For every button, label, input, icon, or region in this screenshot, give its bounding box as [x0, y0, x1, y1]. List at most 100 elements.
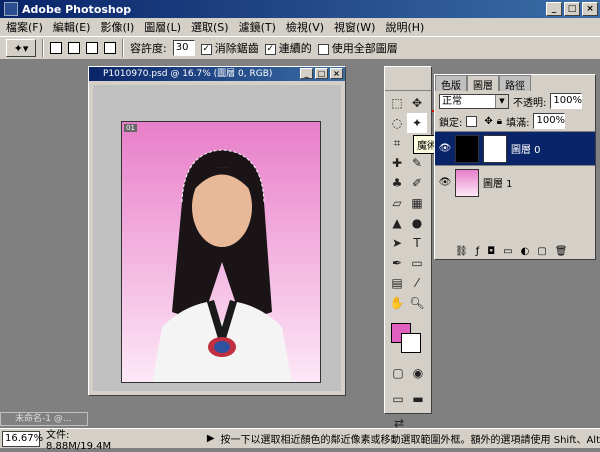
gradient-icon[interactable]: ▦ [407, 193, 427, 213]
status-hint: 按一下以選取相近顏色的鄰近像素或移動選取範圍外框。額外的選項請使用 Shift、… [220, 435, 600, 446]
healing-icon[interactable]: ✚ [387, 153, 407, 173]
status-bar: 16.67% 文件: 8.88M/19.4M ▶ 按一下以選取相近顏色的鄰近像素… [0, 428, 600, 452]
notes-icon[interactable]: ▤ [387, 273, 407, 293]
antialias-label: 消除鋸齒 [214, 42, 259, 55]
magic-wand-tool-icon[interactable]: ✦ [407, 113, 427, 133]
eye-icon[interactable]: 👁︎ [435, 177, 455, 188]
stamp-icon[interactable]: ♣ [387, 173, 407, 193]
magic-wand-icon: ✦▾ [13, 41, 29, 55]
app-title: Adobe Photoshop [22, 2, 132, 16]
tab-channels[interactable]: 色版 [435, 75, 467, 92]
maximize-button[interactable]: □ [564, 2, 580, 16]
eraser-icon[interactable]: ▱ [387, 193, 407, 213]
tool-preset-picker[interactable]: ✦▾ [6, 39, 36, 57]
history-brush-icon[interactable]: ✐ [407, 173, 427, 193]
contiguous-checkbox[interactable]: ✓ [264, 43, 276, 55]
toolbox: ⬚ ✥ ◌ ✦ ⌗ ⟋ ✚ ✎ ♣ ✐ ▱ ▦ ▲ ● ➤ T ✒ ▭ ▤ ⁄ … [384, 66, 432, 430]
menu-select[interactable]: 選取(S) [191, 19, 229, 35]
antialias-checkbox[interactable]: ✓ [200, 43, 212, 55]
link-icon[interactable]: ⛓ [455, 246, 468, 257]
move-icon[interactable]: ✥ [407, 93, 427, 113]
toolbox-header [385, 67, 431, 91]
photo-canvas[interactable]: 01 [121, 121, 321, 383]
document-title-bar[interactable]: P1010970.psd @ 16.7% (圖層 0, RGB) _ □ × [89, 67, 345, 81]
adjustment-icon[interactable]: ◐ [521, 246, 530, 257]
photoshop-icon [4, 2, 18, 16]
new-set-icon[interactable]: ▭ [503, 246, 512, 257]
screen-mode-icon[interactable]: ▭ [389, 389, 407, 409]
minimized-document[interactable]: 未命名-1 @... [0, 412, 88, 426]
tolerance-input[interactable]: 30 [172, 40, 195, 56]
fill-label: 填滿: [506, 117, 530, 129]
tab-layers[interactable]: 圖層 [467, 75, 499, 92]
layer-row[interactable]: 👁︎ 圖層 0 [435, 131, 595, 165]
menu-edit[interactable]: 編輯(E) [53, 19, 91, 35]
shape-icon[interactable]: ▭ [407, 253, 427, 273]
background-color-swatch[interactable] [401, 333, 421, 353]
hand-icon[interactable]: ✋ [387, 293, 407, 313]
new-layer-icon[interactable]: ▢ [537, 246, 546, 257]
canvas-area[interactable]: 01 [93, 85, 341, 391]
zoom-icon[interactable]: 🔍︎ [407, 293, 427, 313]
eye-icon[interactable]: 👁︎ [435, 143, 455, 154]
tolerance-label: 容許度: [130, 42, 167, 55]
mask-icon[interactable]: ◘ [487, 246, 495, 257]
blend-mode-select[interactable]: 正常 [439, 93, 509, 109]
pen-icon[interactable]: ✒ [387, 253, 407, 273]
menu-file[interactable]: 檔案(F) [6, 19, 43, 35]
layer-name: 圖層 0 [511, 145, 541, 156]
intersect-selection-icon[interactable] [104, 42, 116, 54]
lasso-icon[interactable]: ◌ [387, 113, 407, 133]
zoom-input[interactable]: 16.67% [2, 430, 43, 447]
close-button[interactable]: × [582, 2, 598, 16]
lock-all-icon[interactable]: 🔒︎ [497, 116, 502, 127]
menu-bar: 檔案(F) 編輯(E) 影像(I) 圖層(L) 選取(S) 濾鏡(T) 檢視(V… [0, 18, 600, 36]
menu-view[interactable]: 檢視(V) [286, 19, 324, 35]
path-select-icon[interactable]: ➤ [387, 233, 407, 253]
standard-mode-icon[interactable]: ▢ [389, 363, 407, 383]
fullscreen-icon[interactable]: ▬ [409, 389, 427, 409]
doc-close-button[interactable]: × [330, 68, 343, 79]
brush-icon[interactable]: ✎ [407, 153, 427, 173]
type-icon[interactable]: T [407, 233, 427, 253]
dodge-icon[interactable]: ● [407, 213, 427, 233]
layers-panel: 色版 圖層 路徑 正常 不透明: 100% 鎖定: ✥ 🔒︎ 填滿: 100% … [434, 74, 596, 260]
layer-name: 圖層 1 [483, 179, 513, 190]
trash-icon[interactable]: 🗑︎ [555, 246, 568, 257]
fill-input[interactable]: 100% [533, 113, 566, 129]
all-layers-label: 使用全部圖層 [331, 42, 398, 55]
menu-image[interactable]: 影像(I) [100, 19, 134, 35]
menu-filter[interactable]: 濾鏡(T) [239, 19, 276, 35]
contiguous-label: 連續的 [278, 42, 312, 55]
lock-label: 鎖定: [439, 117, 463, 129]
minimize-button[interactable]: _ [546, 2, 562, 16]
menu-layer[interactable]: 圖層(L) [144, 19, 181, 35]
opacity-label: 不透明: [513, 97, 547, 109]
layer-row[interactable]: 👁︎ 圖層 1 [435, 165, 595, 199]
tab-paths[interactable]: 路徑 [499, 75, 531, 92]
crop-icon[interactable]: ⌗ [387, 133, 407, 153]
menu-help[interactable]: 說明(H) [385, 19, 424, 35]
lock-position-icon[interactable]: ✥ [484, 116, 492, 127]
add-selection-icon[interactable] [68, 42, 80, 54]
layer-thumbnail [455, 168, 479, 197]
doc-maximize-button[interactable]: □ [315, 68, 328, 79]
eyedropper-icon[interactable]: ⁄ [407, 273, 427, 293]
document-window: P1010970.psd @ 16.7% (圖層 0, RGB) _ □ × 0… [88, 66, 346, 396]
new-selection-icon[interactable] [50, 42, 62, 54]
girl-photo [152, 149, 292, 382]
play-arrow-icon[interactable]: ▶ [207, 433, 215, 444]
quickmask-mode-icon[interactable]: ◉ [409, 363, 427, 383]
opacity-input[interactable]: 100% [550, 93, 583, 109]
doc-minimize-button[interactable]: _ [300, 68, 313, 79]
document-title: P1010970.psd @ 16.7% (圖層 0, RGB) [103, 69, 273, 79]
layer-style-icon[interactable]: ƒ [476, 246, 480, 257]
all-layers-checkbox[interactable] [317, 43, 329, 55]
marquee-icon[interactable]: ⬚ [387, 93, 407, 113]
layer-thumbnail [455, 134, 479, 163]
options-bar: ✦▾ 容許度: 30 ✓ 消除鋸齒 ✓ 連續的 使用全部圖層 [0, 36, 600, 60]
subtract-selection-icon[interactable] [86, 42, 98, 54]
blur-icon[interactable]: ▲ [387, 213, 407, 233]
menu-window[interactable]: 視窗(W) [334, 19, 375, 35]
lock-transparency-icon[interactable] [466, 115, 478, 127]
